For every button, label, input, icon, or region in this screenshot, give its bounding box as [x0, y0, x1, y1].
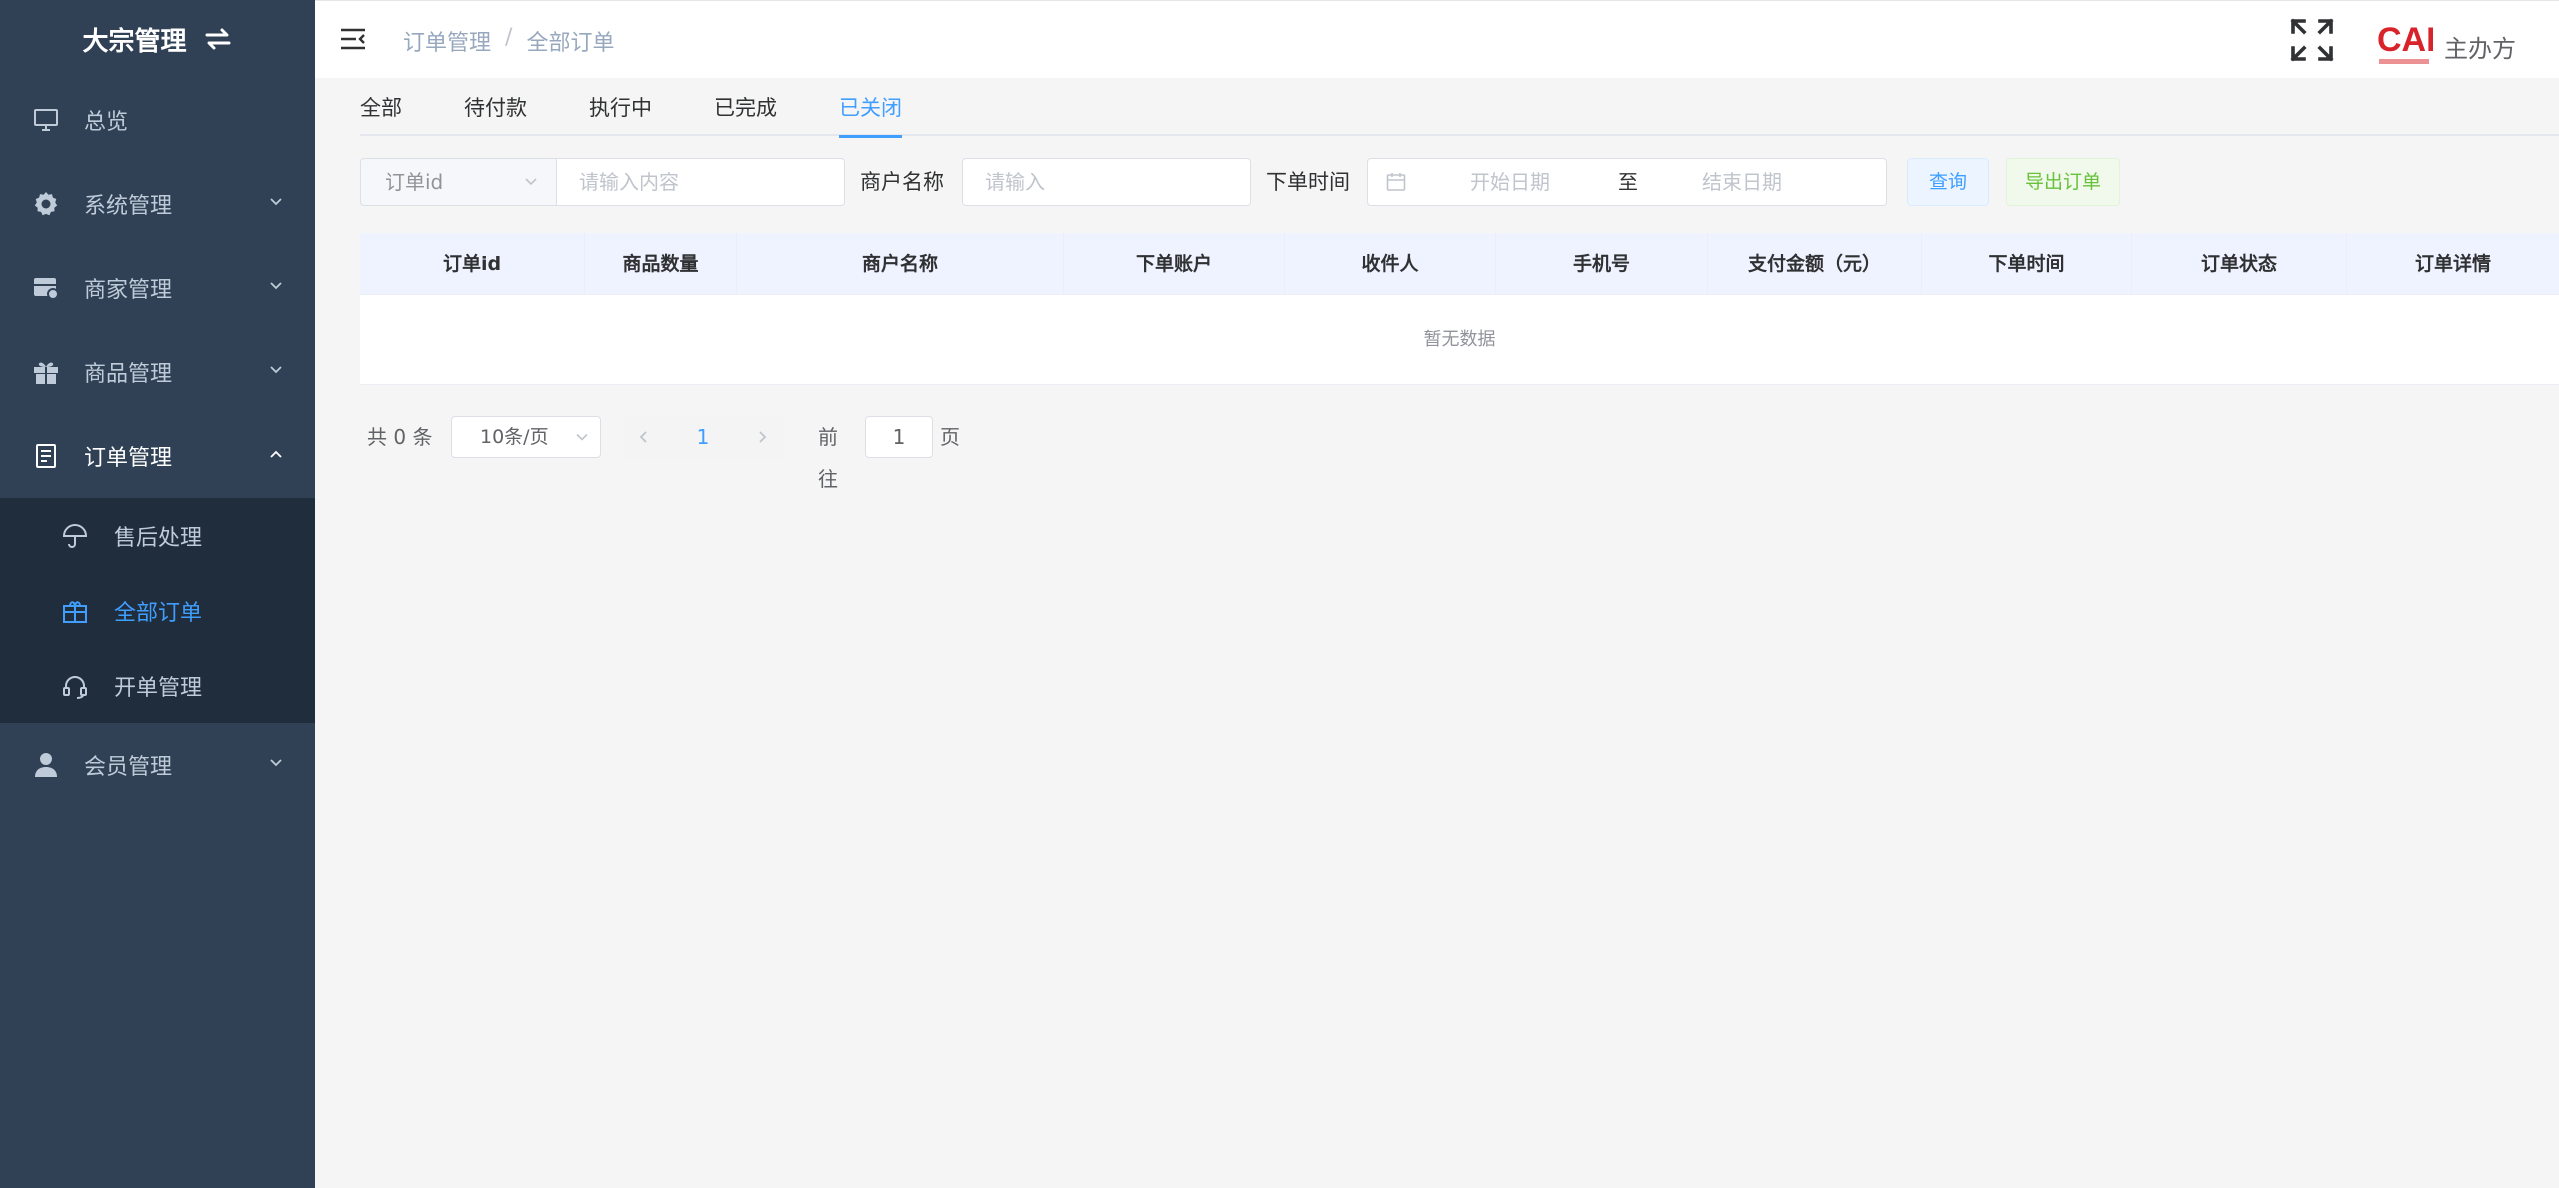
merchant-input[interactable]	[962, 158, 1251, 206]
sidebar-item-orders[interactable]: 订单管理	[0, 414, 315, 498]
breadcrumb-item-current: 全部订单	[526, 31, 615, 56]
column-header: 订单id	[360, 233, 585, 295]
sidebar-item-merchant[interactable]: 商家管理	[0, 246, 315, 330]
top-header: 订单管理 / 全部订单 CAF 主办方	[315, 0, 2559, 78]
chevron-down-icon	[270, 282, 282, 290]
chevron-down-icon	[270, 366, 282, 374]
sidebar-item-overview[interactable]: 总览	[0, 78, 315, 162]
sidebar-item-after-sales[interactable]: 售后处理	[0, 498, 315, 573]
export-orders-button[interactable]: 导出订单	[2006, 158, 2120, 206]
calendar-icon	[1386, 173, 1406, 191]
sidebar-item-all-orders[interactable]: 全部订单	[0, 573, 315, 648]
search-type-select[interactable]: 订单id	[360, 158, 557, 206]
breadcrumb: 订单管理 / 全部订单	[403, 25, 614, 57]
gear-icon	[32, 190, 60, 218]
query-button[interactable]: 查询	[1907, 158, 1989, 206]
sidebar-item-label: 总览	[84, 110, 129, 135]
sidebar-item-goods[interactable]: 商品管理	[0, 330, 315, 414]
gift-icon	[32, 358, 60, 386]
page-suffix-label: 页	[940, 425, 960, 449]
pagination-total: 共 0 条	[367, 425, 433, 449]
sidebar-item-label: 商家管理	[84, 278, 173, 303]
chevron-up-icon	[270, 450, 282, 458]
sidebar-item-label: 系统管理	[84, 194, 173, 219]
tab-completed[interactable]: 已完成	[714, 78, 777, 136]
document-icon	[32, 442, 60, 470]
sidebar-item-billing[interactable]: 开单管理	[0, 648, 315, 723]
swap-icon[interactable]	[203, 24, 233, 54]
column-header: 收件人	[1285, 233, 1496, 295]
chevron-down-icon	[270, 759, 282, 767]
chevron-down-icon	[270, 198, 282, 206]
column-header: 商品数量	[585, 233, 737, 295]
chevron-down-icon	[525, 178, 537, 186]
column-header: 手机号	[1496, 233, 1708, 295]
table-header-row: 订单id 商品数量 商户名称 下单账户 收件人 手机号 支付金额（元） 下单时间…	[360, 233, 2559, 295]
column-header: 订单状态	[2132, 233, 2347, 295]
end-date-placeholder[interactable]: 结束日期	[1702, 159, 1782, 205]
host-name[interactable]: 主办方	[2444, 29, 2516, 64]
sidebar-item-label: 订单管理	[84, 446, 173, 471]
search-input[interactable]	[556, 158, 845, 206]
prev-page-button[interactable]	[623, 416, 665, 458]
sidebar-item-label: 商品管理	[84, 362, 173, 387]
chevron-left-icon	[639, 431, 647, 443]
column-header: 下单时间	[1922, 233, 2132, 295]
column-header: 下单账户	[1064, 233, 1285, 295]
sidebar-item-label: 售后处理	[114, 525, 203, 551]
filter-bar: 订单id 商户名称 下单时间 开始日期 至 结束日期 查询 导出订单	[360, 158, 2260, 206]
monitor-icon	[32, 106, 60, 134]
caf-logo: CAF	[2377, 21, 2433, 64]
store-icon	[32, 274, 60, 302]
svg-text:CAF: CAF	[2377, 21, 2433, 59]
chevron-right-icon	[759, 431, 767, 443]
menu-collapse-icon[interactable]	[340, 27, 366, 51]
sidebar-item-label: 开单管理	[114, 675, 203, 701]
chevron-down-icon	[576, 433, 588, 441]
goto-label: 前往	[818, 425, 838, 491]
breadcrumb-separator: /	[505, 25, 513, 50]
sidebar-item-label: 会员管理	[84, 755, 173, 780]
next-page-button[interactable]	[741, 416, 783, 458]
sidebar-item-system[interactable]: 系统管理	[0, 162, 315, 246]
order-time-label: 下单时间	[1266, 170, 1350, 194]
orders-table: 订单id 商品数量 商户名称 下单账户 收件人 手机号 支付金额（元） 下单时间…	[360, 233, 2559, 385]
merchant-label: 商户名称	[860, 170, 944, 194]
fullscreen-icon[interactable]	[2290, 18, 2334, 62]
page-size-select[interactable]: 10条/页	[451, 416, 601, 458]
tab-pending-payment[interactable]: 待付款	[464, 78, 527, 136]
range-separator: 至	[1618, 170, 1638, 194]
orders-submenu: 售后处理 全部订单 开单管理	[0, 498, 315, 723]
column-header: 支付金额（元）	[1708, 233, 1922, 295]
page-size-value: 10条/页	[480, 426, 549, 448]
page-number-current[interactable]: 1	[665, 416, 741, 458]
tab-closed[interactable]: 已关闭	[839, 78, 902, 138]
tab-in-progress[interactable]: 执行中	[589, 78, 652, 136]
sidebar: 大宗管理 总览 系统管理 商家管理 商品管理 订单管理 售后处理 全部订单 开单…	[0, 0, 315, 1188]
order-date-range[interactable]: 开始日期 至 结束日期	[1367, 158, 1887, 206]
column-header: 商户名称	[737, 233, 1064, 295]
column-header: 订单详情	[2414, 253, 2491, 275]
order-status-tabs: 全部 待付款 执行中 已完成 已关闭	[360, 78, 2559, 138]
headset-icon	[62, 673, 88, 699]
sidebar-item-members[interactable]: 会员管理	[0, 723, 315, 807]
table-empty-text: 暂无数据	[360, 295, 2559, 385]
tab-all[interactable]: 全部	[360, 78, 402, 136]
umbrella-icon	[62, 523, 88, 549]
start-date-placeholder[interactable]: 开始日期	[1470, 159, 1550, 205]
sidebar-item-label: 全部订单	[114, 600, 203, 626]
sidebar-brand: 大宗管理	[0, 0, 315, 78]
search-type-value: 订单id	[385, 170, 444, 194]
goto-page-input[interactable]	[865, 416, 933, 458]
breadcrumb-item[interactable]: 订单管理	[403, 25, 491, 57]
box-icon	[62, 598, 88, 624]
brand-title: 大宗管理	[82, 26, 187, 57]
user-icon	[32, 751, 60, 779]
